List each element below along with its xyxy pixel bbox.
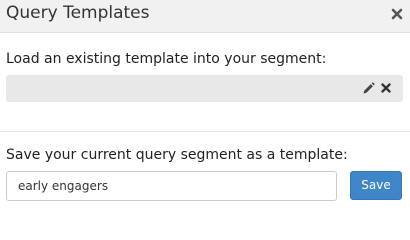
- pencil-icon[interactable]: [362, 82, 375, 95]
- template-select[interactable]: [6, 75, 403, 102]
- load-template-label: Load an existing template into your segm…: [6, 51, 327, 67]
- remove-icon[interactable]: [380, 82, 392, 94]
- save-template-label: Save your current query segment as a tem…: [6, 147, 348, 163]
- close-icon[interactable]: [388, 6, 406, 22]
- save-button[interactable]: Save: [350, 171, 402, 200]
- dialog-title: Query Templates: [6, 3, 150, 23]
- query-templates-dialog: Query Templates Load an existing templat…: [0, 0, 410, 210]
- section-divider: [0, 131, 410, 132]
- dialog-header: Query Templates: [0, 0, 410, 33]
- template-name-input[interactable]: [6, 171, 337, 201]
